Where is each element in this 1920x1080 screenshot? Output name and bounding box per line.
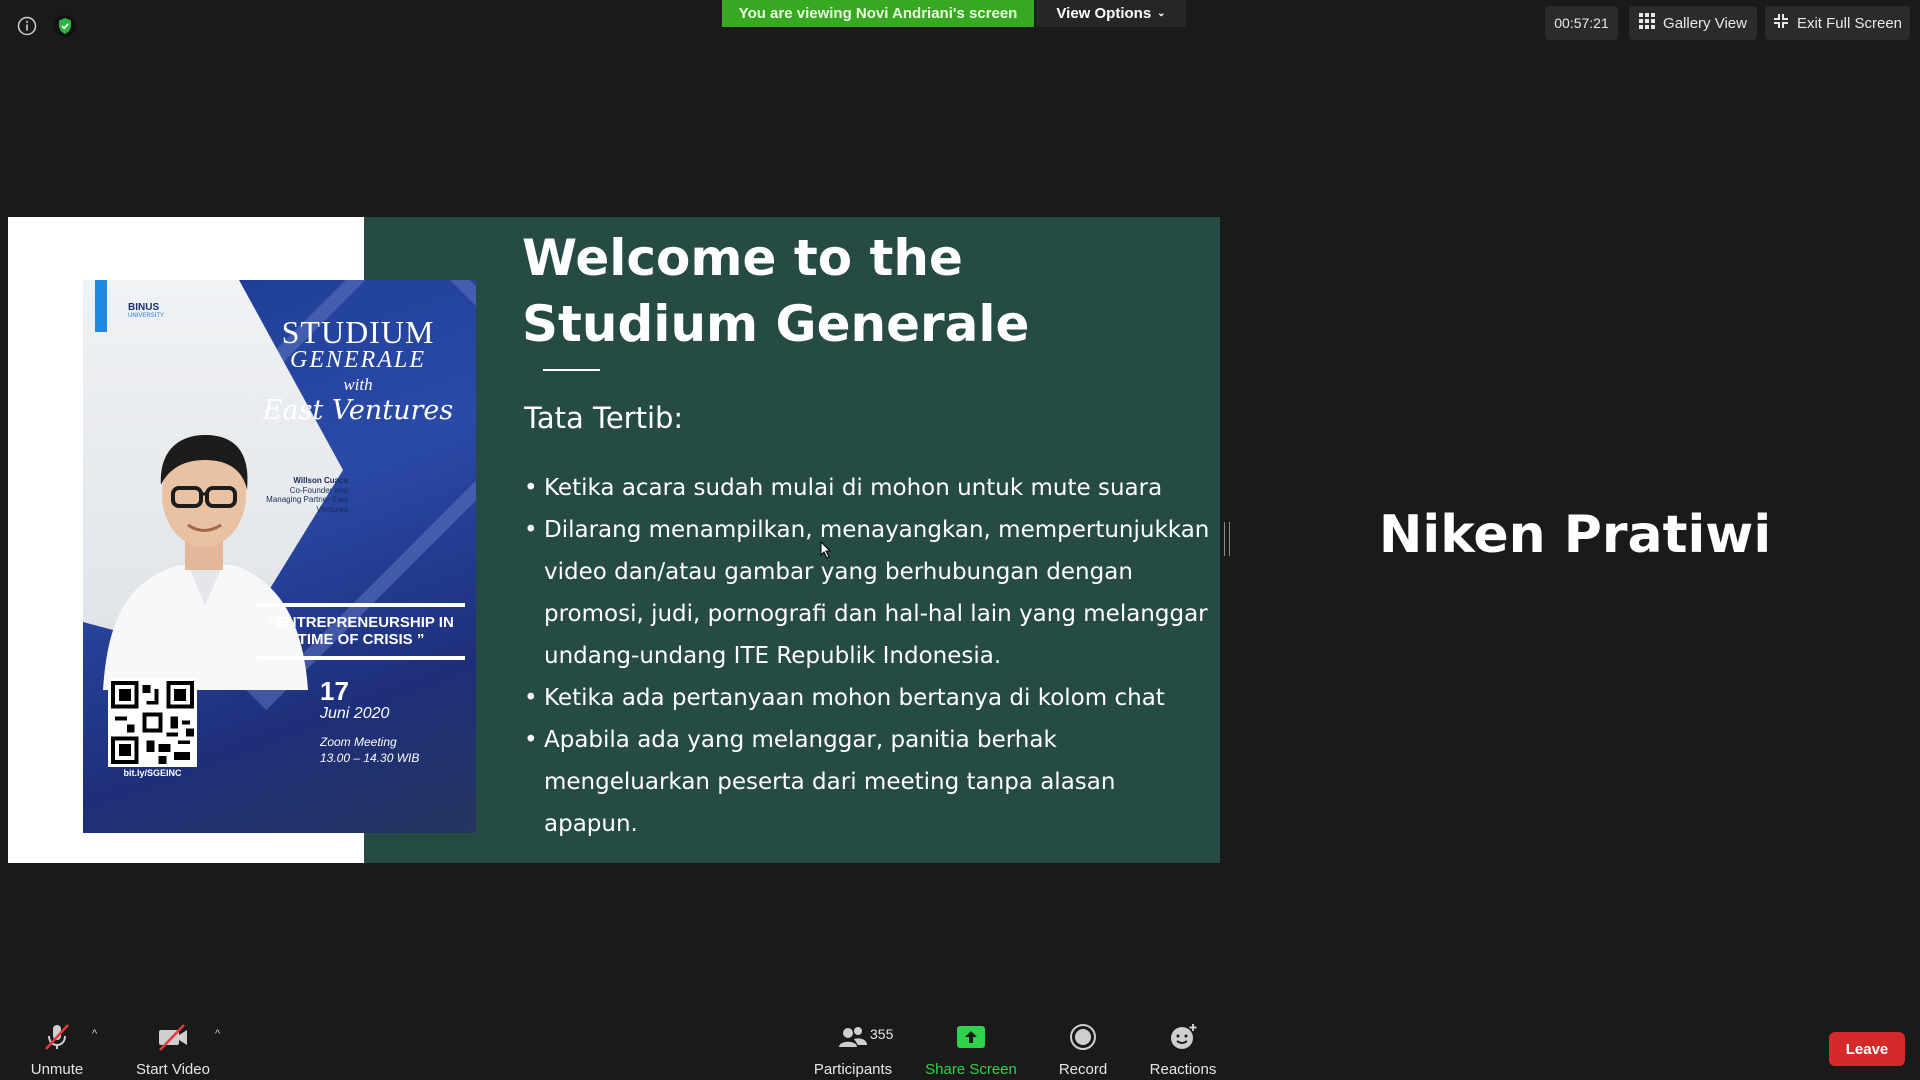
info-icon[interactable] — [14, 13, 40, 39]
chevron-down-icon: ⌄ — [1157, 8, 1166, 19]
audio-options-caret-icon[interactable]: ^ — [92, 1028, 97, 1040]
start-video-label: Start Video — [136, 1061, 210, 1078]
record-label: Record — [1058, 1061, 1108, 1078]
resize-handle[interactable] — [1224, 522, 1230, 556]
reactions-icon — [1168, 1020, 1198, 1054]
rule-item: Dilarang menampilkan, menayangkan, mempe… — [524, 509, 1214, 677]
unmute-button[interactable]: Unmute — [24, 1020, 90, 1078]
participant-count: 355 — [870, 1026, 894, 1042]
slide-subtitle: Tata Tertib: — [524, 401, 684, 435]
rules-list: Ketika acara sudah mulai di mohon untuk … — [524, 467, 1214, 845]
encryption-shield-icon[interactable] — [52, 13, 78, 39]
reactions-label: Reactions — [1149, 1061, 1217, 1078]
participant-name: Niken Pratiwi — [1378, 505, 1772, 565]
view-options-label: View Options — [1056, 5, 1152, 22]
binus-logo: BINUS UNIVERSITY — [128, 302, 165, 319]
video-off-icon — [156, 1020, 190, 1054]
meeting-timer: 00:57:21 — [1545, 6, 1618, 40]
participants-label: Participants — [813, 1061, 893, 1078]
rule-item: Ketika acara sudah mulai di mohon untuk … — [524, 467, 1214, 509]
share-screen-button[interactable]: Share Screen — [924, 1020, 1018, 1078]
meeting-toolbar: Unmute ^ Start Video ^ Participants 355 — [0, 1012, 1920, 1080]
poster-logo-bar — [95, 280, 107, 332]
unmute-label: Unmute — [30, 1061, 84, 1078]
slide-title: Welcome to the Studium Generale — [522, 229, 1030, 353]
screen-share-banner: You are viewing Novi Andriani's screen — [722, 0, 1034, 27]
share-screen-label: Share Screen — [925, 1061, 1017, 1078]
muted-microphone-icon — [42, 1020, 72, 1054]
exit-fullscreen-icon — [1773, 13, 1789, 33]
grid-icon — [1639, 13, 1656, 33]
rule-item: Ketika ada pertanyaan mohon bertanya di … — [524, 677, 1214, 719]
meeting-info-area — [14, 13, 78, 39]
mouse-cursor-icon — [820, 541, 832, 559]
exit-full-screen-label: Exit Full Screen — [1796, 14, 1903, 32]
poster-topic: “ENTREPRENEURSHIP IN TIME OF CRISIS ” — [257, 603, 465, 660]
title-underline — [543, 369, 600, 371]
event-date: 17 Juni 2020 Zoom Meeting 13.00 – 14.30 … — [320, 676, 420, 765]
record-button[interactable]: Record — [1055, 1020, 1111, 1078]
qr-url: bit.ly/SGEINC — [123, 768, 182, 778]
reactions-button[interactable]: Reactions — [1148, 1020, 1218, 1078]
share-screen-icon — [956, 1020, 986, 1054]
participants-icon — [837, 1020, 869, 1054]
rule-item: Apabila ada yang melanggar, panitia berh… — [524, 719, 1214, 845]
start-video-button[interactable]: Start Video — [133, 1020, 213, 1078]
gallery-view-label: Gallery View — [1663, 14, 1747, 32]
speaker-info: Willson Cuaca Co-Founder and Managing Pa… — [266, 476, 348, 514]
leave-button[interactable]: Leave — [1829, 1032, 1905, 1066]
exit-full-screen-button[interactable]: Exit Full Screen — [1765, 6, 1910, 40]
view-options-button[interactable]: View Options ⌄ — [1036, 0, 1186, 27]
record-icon — [1069, 1020, 1097, 1054]
video-options-caret-icon[interactable]: ^ — [215, 1028, 220, 1040]
event-poster: BINUS UNIVERSITY STUDIUM GENERALE with E… — [83, 280, 476, 833]
shared-screen-slide: BINUS UNIVERSITY STUDIUM GENERALE with E… — [8, 217, 1220, 863]
qr-code — [108, 678, 197, 767]
gallery-view-button[interactable]: Gallery View — [1629, 6, 1757, 40]
